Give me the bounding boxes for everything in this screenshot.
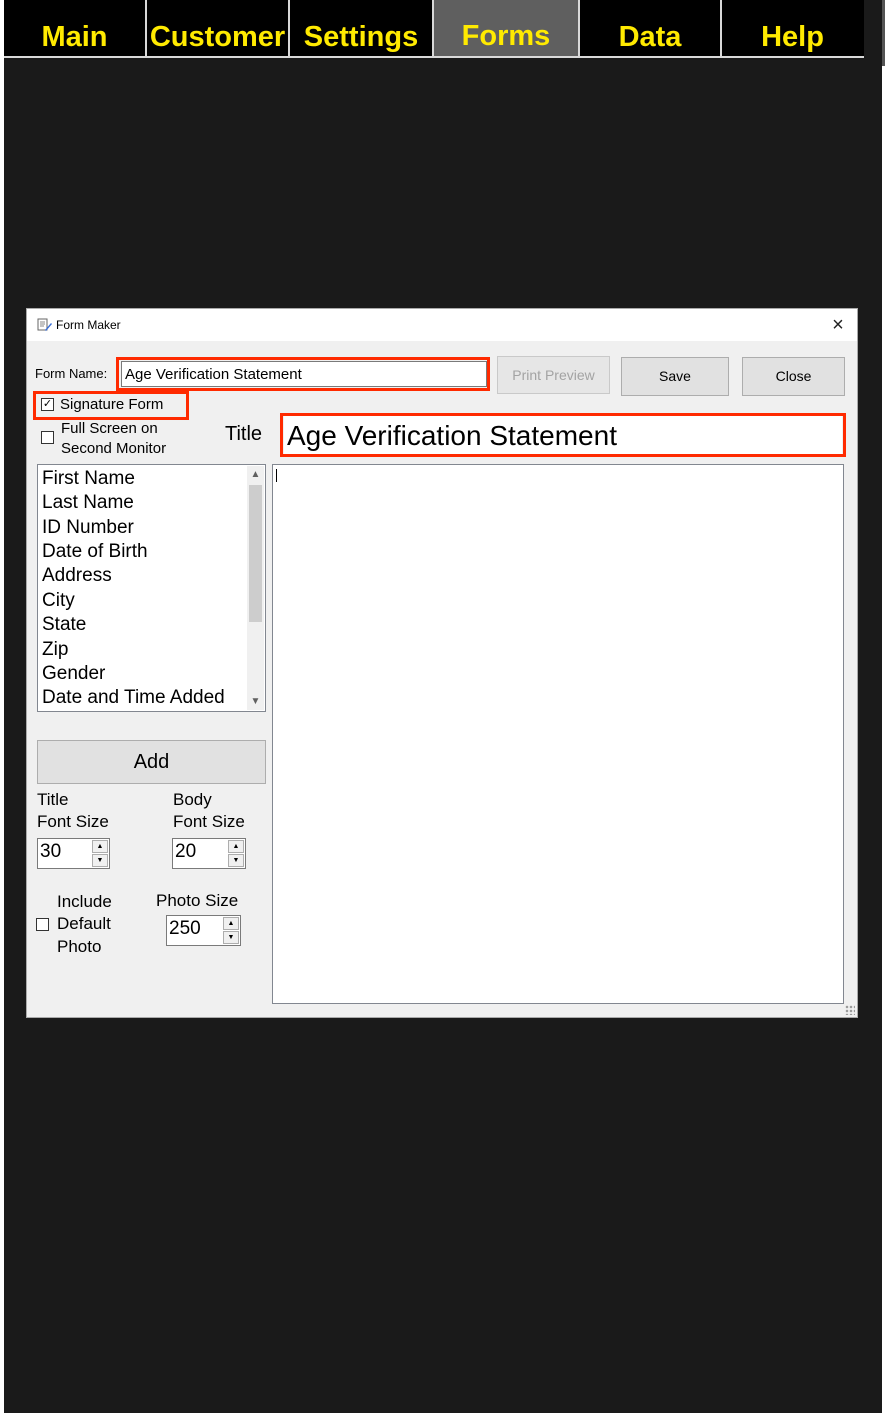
body-font-size-stepper[interactable]: 20 ▲ ▼	[172, 838, 246, 869]
text-caret	[276, 469, 277, 482]
photo-size-label: Photo Size	[156, 891, 239, 910]
form-name-highlight	[116, 357, 490, 391]
list-item[interactable]: Date and Time Added	[42, 687, 225, 709]
save-button[interactable]: Save	[621, 357, 729, 396]
tab-data[interactable]: Data	[580, 0, 720, 56]
body-font-size-label-line2: Font Size	[173, 812, 245, 831]
form-body-editor[interactable]	[272, 464, 844, 1004]
spin-down-icon[interactable]: ▼	[92, 854, 108, 867]
photo-size-value: 250	[169, 918, 201, 939]
spin-up-icon[interactable]: ▲	[228, 840, 244, 853]
title-font-size-value: 30	[40, 841, 62, 862]
full-screen-label-line2: Second Monitor	[61, 440, 167, 457]
form-maker-app-icon	[37, 318, 52, 331]
full-screen-label-line1: Full Screen on	[61, 420, 158, 437]
include-photo-label-line3: Photo	[57, 937, 102, 956]
spin-down-icon[interactable]: ▼	[228, 854, 244, 867]
full-screen-checkbox[interactable]	[41, 431, 54, 444]
title-font-size-label-line2: Font Size	[37, 812, 109, 831]
include-default-photo-checkbox[interactable]	[36, 918, 49, 931]
window-scrollbar[interactable]	[882, 0, 886, 1417]
title-label: Title	[225, 423, 263, 445]
list-item[interactable]: Zip	[42, 639, 68, 661]
tab-forms[interactable]: Forms	[434, 0, 578, 56]
dialog-title: Form Maker	[56, 318, 121, 332]
title-font-size-label-line1: Title	[37, 790, 69, 809]
spin-up-icon[interactable]: ▲	[223, 917, 239, 930]
list-item[interactable]: City	[42, 590, 75, 612]
tab-settings[interactable]: Settings	[290, 0, 432, 56]
list-item[interactable]: First Name	[42, 468, 135, 490]
scrollbar-thumb[interactable]	[882, 0, 885, 66]
photo-size-stepper[interactable]: 250 ▲ ▼	[166, 915, 241, 946]
scroll-down-icon[interactable]: ▼	[247, 693, 264, 710]
close-button[interactable]: Close	[742, 357, 845, 396]
close-icon[interactable]: ×	[825, 312, 851, 338]
scroll-up-icon[interactable]: ▲	[247, 466, 264, 483]
add-field-button[interactable]: Add	[37, 740, 266, 784]
menu-underline	[4, 56, 864, 58]
resize-grip-icon[interactable]	[845, 1005, 855, 1015]
list-item[interactable]: Address	[42, 565, 112, 587]
include-photo-label-line2: Default	[57, 914, 111, 933]
include-photo-label-line1: Include	[57, 892, 112, 911]
spin-down-icon[interactable]: ▼	[223, 931, 239, 944]
form-name-label: Form Name:	[35, 366, 108, 381]
print-preview-button[interactable]: Print Preview	[497, 356, 610, 394]
list-item[interactable]: State	[42, 614, 86, 636]
tab-customer[interactable]: Customer	[147, 0, 288, 56]
tab-help[interactable]: Help	[722, 0, 863, 56]
signature-form-label: Signature Form	[60, 396, 164, 413]
list-item[interactable]: Last Name	[42, 492, 134, 514]
fields-listbox[interactable]: First Name Last Name ID Number Date of B…	[37, 464, 266, 712]
dialog-titlebar[interactable]: Form Maker ×	[27, 309, 857, 341]
list-item[interactable]: Gender	[42, 663, 105, 685]
listbox-scrollbar[interactable]: ▲ ▼	[247, 466, 264, 710]
body-font-size-label-line1: Body	[173, 790, 212, 809]
signature-form-checkbox[interactable]: ✓	[41, 398, 54, 411]
form-maker-dialog: Form Maker × Form Name: Age Verification…	[26, 308, 858, 1018]
listbox-scroll-thumb[interactable]	[249, 485, 262, 622]
title-highlight	[280, 413, 846, 457]
list-item[interactable]: Date of Birth	[42, 541, 148, 563]
title-font-size-stepper[interactable]: 30 ▲ ▼	[37, 838, 110, 869]
tab-main[interactable]: Main	[4, 0, 145, 56]
spin-up-icon[interactable]: ▲	[92, 840, 108, 853]
body-font-size-value: 20	[175, 841, 197, 862]
list-item[interactable]: ID Number	[42, 517, 134, 539]
